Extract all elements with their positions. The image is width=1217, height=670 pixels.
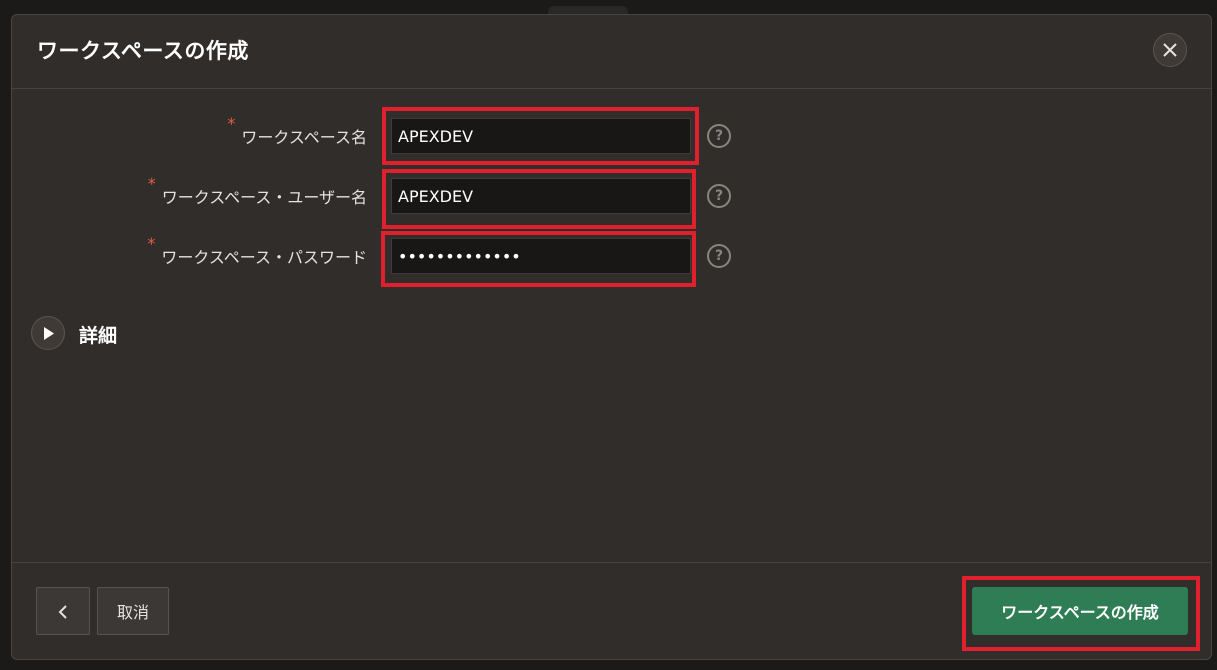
details-label: 詳細 [79, 325, 118, 347]
chevron-left-icon [58, 605, 67, 619]
details-toggle-button[interactable] [31, 316, 65, 350]
workspace-user-input[interactable] [392, 179, 690, 213]
workspace-name-input-wrap [391, 118, 691, 154]
workspace-user-label-text: ワークスペース・ユーザー名 [161, 188, 367, 207]
close-button[interactable] [1153, 33, 1187, 67]
workspace-user-label: * ワークスペース・ユーザー名 [148, 174, 367, 208]
cancel-button[interactable]: 取消 [97, 587, 169, 635]
workspace-password-label-text: ワークスペース・パスワード [161, 248, 367, 267]
dialog-footer: 取消 ワークスペースの作成 [12, 562, 1211, 659]
workspace-name-input[interactable] [392, 119, 690, 153]
workspace-user-row: * ワークスペース・ユーザー名 ? [12, 174, 1211, 216]
workspace-name-label: * ワークスペース名 [227, 114, 367, 148]
play-icon [44, 327, 54, 340]
workspace-user-input-wrap [391, 178, 691, 214]
close-icon [1163, 43, 1177, 57]
workspace-name-row: * ワークスペース名 ? [12, 114, 1211, 156]
workspace-password-label: * ワークスペース・パスワード [147, 234, 367, 268]
workspace-name-help-icon[interactable]: ? [707, 124, 731, 148]
create-workspace-button[interactable]: ワークスペースの作成 [972, 587, 1188, 635]
create-workspace-dialog: ワークスペースの作成 * ワークスペース名 ? * ワークスペース・ユーザー名 … [11, 14, 1212, 660]
back-button[interactable] [36, 587, 90, 635]
workspace-password-row: * ワークスペース・パスワード ? [12, 234, 1211, 276]
workspace-password-input-wrap [391, 238, 691, 274]
workspace-password-help-icon[interactable]: ? [707, 244, 731, 268]
required-marker: * [147, 234, 156, 253]
required-marker: * [227, 114, 236, 133]
workspace-name-label-text: ワークスペース名 [241, 128, 367, 147]
dialog-header: ワークスペースの作成 [12, 15, 1211, 89]
required-marker: * [147, 174, 156, 193]
workspace-user-help-icon[interactable]: ? [707, 184, 731, 208]
background-tab [548, 6, 628, 14]
workspace-password-input[interactable] [392, 239, 690, 273]
dialog-title: ワークスペースの作成 [37, 39, 249, 63]
